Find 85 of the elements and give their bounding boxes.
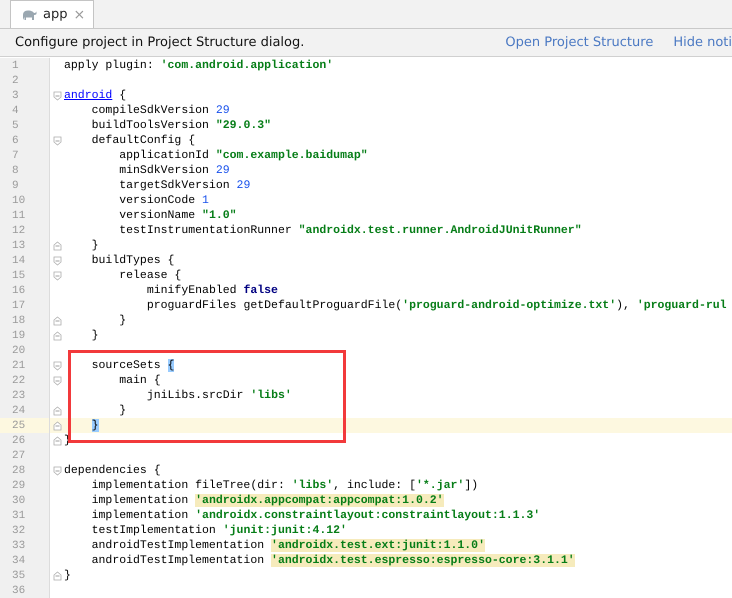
code-line: dependencies { [64,464,162,477]
line-number: 8 [0,163,50,178]
code-line: buildTypes { [90,254,176,267]
code-line: android { [64,89,128,102]
line-number: 31 [0,508,50,523]
fold-end-icon[interactable] [52,330,62,340]
line-number: 6 [0,133,50,148]
fold-start-icon[interactable] [52,466,62,476]
line-number: 16 [0,283,50,298]
fold-start-icon[interactable] [52,90,62,100]
line-number: 4 [0,103,50,118]
line-number: 18 [0,313,50,328]
code-line: minifyEnabled false [146,284,279,297]
fold-start-icon[interactable] [52,360,62,370]
line-number: 27 [0,448,50,463]
code-line: targetSdkVersion 29 [118,179,252,192]
code-line: testInstrumentationRunner "androidx.test.runner.AndroidJUnitRunner" [118,224,583,237]
code-line: implementation 'androidx.appcompat:appcompat:1.0.2' [90,494,445,507]
line-number: 5 [0,118,50,133]
code-line: sourceSets { [90,359,176,372]
line-number: 2 [0,73,50,88]
code-line: minSdkVersion 29 [118,164,231,177]
notification-link[interactable]: Hide noti [673,35,732,50]
line-number: 14 [0,253,50,268]
line-number: 21 [0,358,50,373]
line-number: 12 [0,223,50,238]
line-number: 7 [0,148,50,163]
code-line: } [90,329,100,342]
fold-end-icon[interactable] [52,316,62,326]
fold-end-icon[interactable] [52,406,62,416]
code-line: } [90,239,100,252]
code-line: } [118,404,128,417]
code-line: versionCode 1 [118,194,210,207]
fold-end-icon[interactable] [52,570,62,580]
code-line: } [64,569,72,582]
line-number: 32 [0,523,50,538]
line-number: 19 [0,328,50,343]
fold-end-icon[interactable] [52,420,62,430]
code-line: jniLibs.srcDir 'libs' [146,389,293,402]
code-line: } [118,314,128,327]
fold-start-icon[interactable] [52,270,62,280]
fold-start-icon[interactable] [52,136,62,146]
fold-end-icon[interactable] [52,240,62,250]
line-number: 3 [0,88,50,103]
code-line: versionName "1.0" [118,209,238,222]
line-number: 10 [0,193,50,208]
code-line: testImplementation 'junit:junit:4.12' [90,524,348,537]
fold-start-icon[interactable] [52,256,62,266]
code-line: androidTestImplementation 'androidx.test.ext:junit:1.1.0' [90,539,486,552]
file-tab[interactable]: app × [10,0,94,28]
code-line: release { [118,269,182,282]
line-number: 13 [0,238,50,253]
code-line: implementation 'androidx.constraintlayout:constraintlayout:1.1.3' [90,509,542,522]
line-number: 34 [0,553,50,568]
code-line: main { [118,374,162,387]
notification-message: Configure project in Project Structure dialog. [15,35,306,50]
code-line: defaultConfig { [90,134,196,147]
line-number: 24 [0,403,50,418]
line-number: 33 [0,538,50,553]
code-line: androidTestImplementation 'androidx.test.espresso:espresso-core:3.1.1' [90,554,576,567]
line-number: 11 [0,208,50,223]
fold-end-icon[interactable] [52,436,62,446]
close-icon[interactable]: × [73,6,86,22]
code-line: buildToolsVersion "29.0.3" [90,119,272,132]
code-line: compileSdkVersion 29 [90,104,231,117]
line-number: 29 [0,478,50,493]
line-number: 28 [0,463,50,478]
line-number: 26 [0,433,50,448]
line-number: 15 [0,268,50,283]
line-number: 30 [0,493,50,508]
line-number: 17 [0,298,50,313]
line-number: 36 [0,583,50,598]
code-line: applicationId "com.example.baidumap" [118,149,369,162]
line-number: 22 [0,373,50,388]
line-number: 35 [0,568,50,583]
line-number: 1 [0,58,50,73]
elephant-icon [21,8,37,20]
line-number: 23 [0,388,50,403]
fold-start-icon[interactable] [52,376,62,386]
line-number: 9 [0,178,50,193]
notification-link[interactable]: Open Project Structure [505,35,654,50]
line-number: 20 [0,343,50,358]
code-line: implementation fileTree(dir: 'libs', include: ['*.jar']) [90,479,480,492]
code-line: proguardFiles getDefaultProguardFile('proguard-android-optimize.txt'), 'proguard-rul [146,299,728,312]
code-line: apply plugin: 'com.android.application' [64,59,334,72]
